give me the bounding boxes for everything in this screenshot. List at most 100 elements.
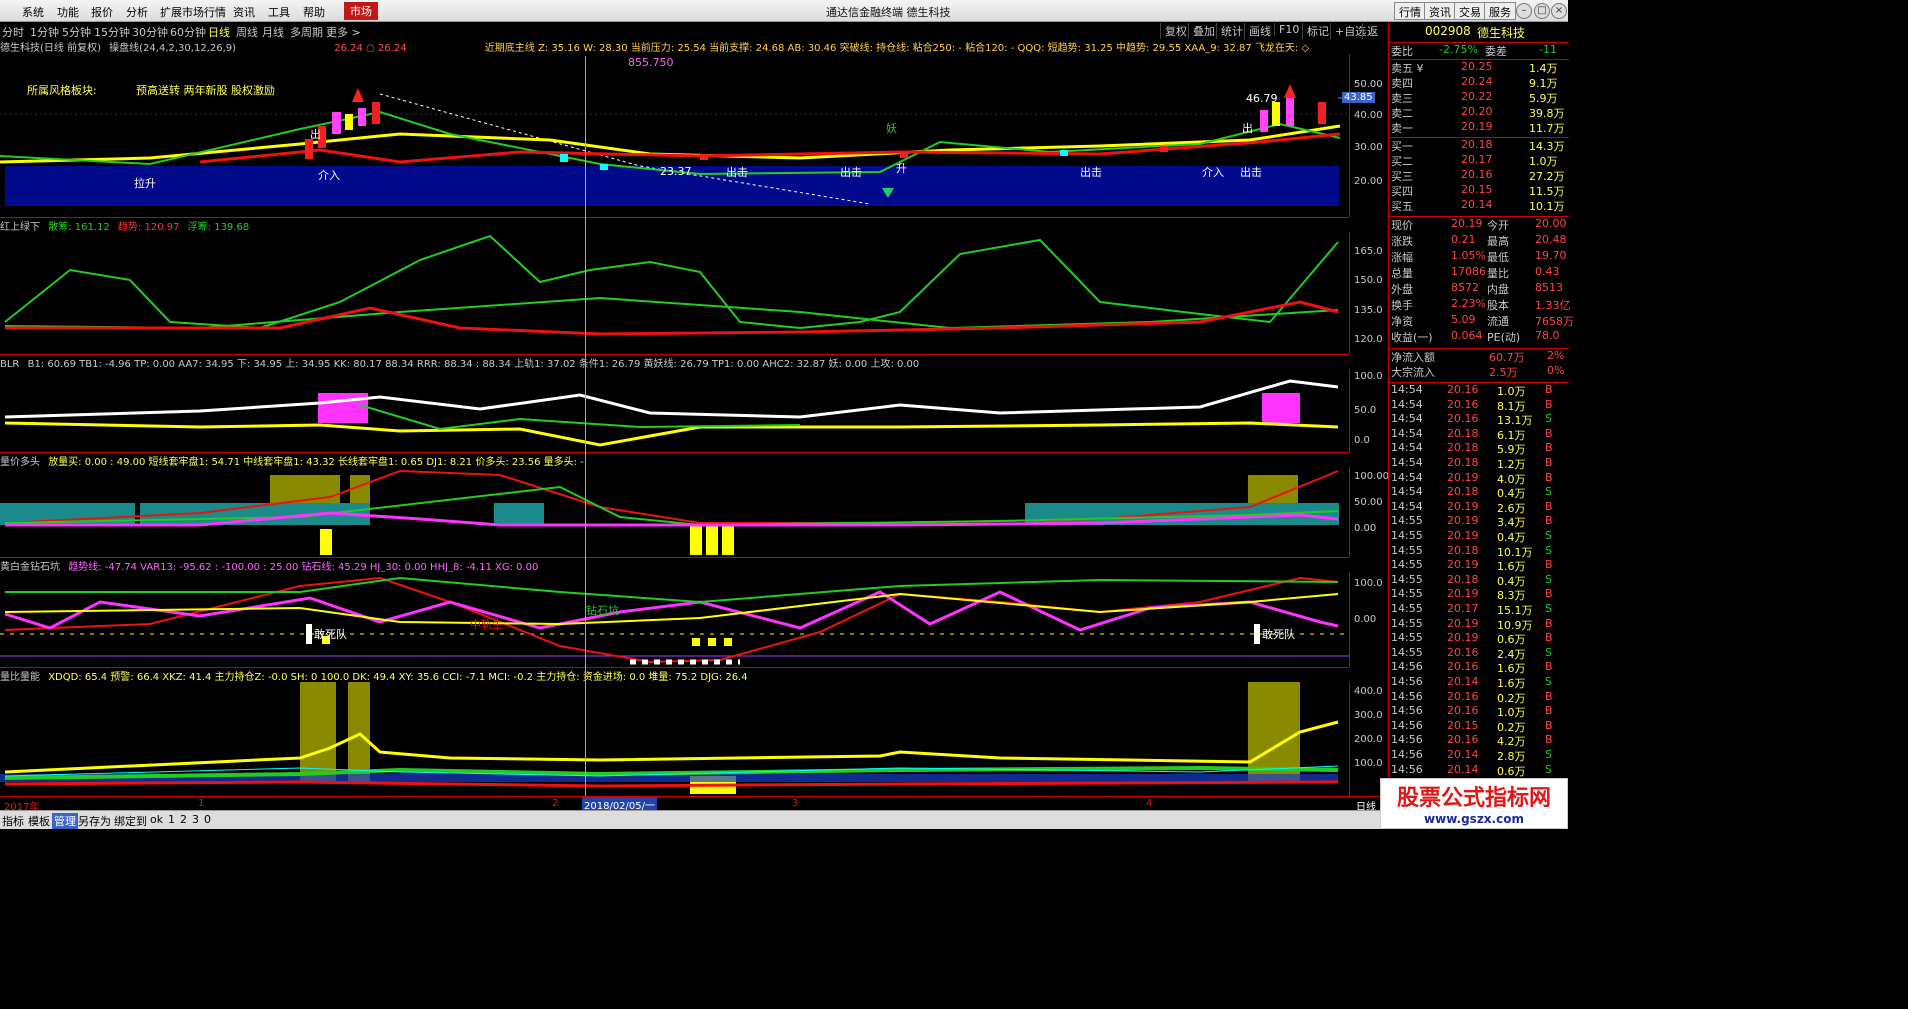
period-15min[interactable]: 15分钟 <box>94 24 130 40</box>
signal-chuji-3: 出击 <box>1080 166 1102 179</box>
tick-list[interactable]: 14:54 20.16 1.0万 B 14:54 20.16 8.1万 B 14:54 20.16… <box>1389 382 1569 810</box>
tick-row: 14:54 20.19 4.0万 B <box>1391 470 1553 486</box>
stock-code: 002908 <box>1425 24 1471 38</box>
tool-draw[interactable]: 画线 <box>1244 23 1271 39</box>
tab-0[interactable]: 0 <box>204 813 211 826</box>
tick-row: 14:55 20.19 0.4万 S <box>1391 529 1552 544</box>
tick-row: 14:55 20.19 1.6万 B <box>1391 558 1553 574</box>
period-more[interactable]: 更多 > <box>326 24 361 40</box>
period-fenshi[interactable]: 分时 <box>2 24 24 40</box>
minimize-icon[interactable]: – <box>1516 3 1532 19</box>
tick-row: 14:55 20.16 2.4万 S <box>1391 645 1552 661</box>
period-monthly[interactable]: 月线 <box>262 24 284 40</box>
pane3-name[interactable]: BLR <box>0 359 19 369</box>
ask-row[interactable]: 卖三 20.22 5.9万 <box>1389 90 1569 105</box>
tick-row: 14:56 20.16 4.2万 B <box>1391 733 1553 749</box>
flow-table: 净流入额 60.7万 2% 大宗流入 2.5万 0% <box>1389 348 1569 379</box>
top-button-trade[interactable]: 交易 <box>1454 2 1486 20</box>
pane4-chart[interactable] <box>0 467 1349 557</box>
tab-1[interactable]: 1 <box>168 813 175 826</box>
ask-row[interactable]: 卖二 20.20 39.8万 <box>1389 105 1569 120</box>
pane3-chart[interactable] <box>0 369 1349 452</box>
up-arrow-icon <box>352 88 364 102</box>
tab-bind[interactable]: 绑定到 <box>114 813 147 829</box>
pane6-name[interactable]: 量比量能 <box>0 672 40 682</box>
tool-mark[interactable]: 标记 <box>1302 23 1329 39</box>
tool-fuquan[interactable]: 复权 <box>1160 23 1187 39</box>
ask-row[interactable]: 卖五 ¥20.25 1.4万 <box>1389 60 1569 75</box>
tab-save-as[interactable]: 另存为 <box>78 813 111 829</box>
pane4-name[interactable]: 量价多头 <box>0 457 40 467</box>
signal-lashen: 拉升 <box>134 177 156 190</box>
pane2-header: 红上绿下 散筹: 161.12 趋势: 120.97 浮筹: 139.68 <box>0 217 1349 232</box>
quote-panel: 002908 德生科技 委比 -2.75% 委差 -11 卖五 ¥20.25 1.… <box>1388 22 1574 810</box>
line-sanchou <box>4 234 1339 330</box>
chart-area[interactable]: 德生科技(日线 前复权) 操盘线(24,4,2,30,12,26,9) 26.2… <box>0 39 1389 796</box>
tab-3[interactable]: 3 <box>192 813 199 826</box>
period-multi[interactable]: 多周期 <box>290 24 323 40</box>
bid-row[interactable]: 买五 20.14 10.1万 <box>1389 198 1569 213</box>
window-title: 通达信金融终端 德生科技 <box>826 6 951 19</box>
tool-f10[interactable]: F10 <box>1274 23 1299 36</box>
menu-item-news[interactable]: 资讯 <box>233 4 255 20</box>
tick-row: 14:54 20.18 6.1万 B <box>1391 426 1553 442</box>
pane5-name[interactable]: 黄白金钻石坑 <box>0 562 60 572</box>
pane6-chart[interactable] <box>0 682 1349 796</box>
pane2-yaxis: 165.0 150.0 135.0 120.0 <box>1349 232 1388 354</box>
ask-row[interactable]: 卖四 20.24 9.1万 <box>1389 75 1569 90</box>
menu-item-help[interactable]: 帮助 <box>303 4 325 20</box>
pane2-name[interactable]: 红上绿下 <box>0 222 40 232</box>
menu-item-ext-market[interactable]: 扩展市场行情 <box>160 4 226 20</box>
tick-row: 14:54 20.18 0.4万 S <box>1391 485 1552 501</box>
tab-indicator[interactable]: 指标 <box>2 813 24 829</box>
menu-item-quote[interactable]: 报价 <box>91 4 113 20</box>
bid-row[interactable]: 买三 20.16 27.2万 <box>1389 168 1569 183</box>
bid-row[interactable]: 买四 20.15 11.5万 <box>1389 183 1569 198</box>
signal-chu-2: 出 <box>1242 122 1253 135</box>
style-block-label: 所属风格板块: <box>27 84 97 97</box>
menu-item-analysis[interactable]: 分析 <box>126 4 148 20</box>
signal-zhonggui: 中轨生 <box>470 618 503 631</box>
close-icon[interactable]: × <box>1551 3 1567 19</box>
tab-ok[interactable]: ok <box>150 813 163 826</box>
period-5min[interactable]: 5分钟 <box>62 24 91 40</box>
tab-template[interactable]: 模板 <box>28 813 50 829</box>
tick-row: 14:55 20.19 0.6万 B <box>1391 631 1553 647</box>
menu-item-tools[interactable]: 工具 <box>268 4 290 20</box>
pane5-chart[interactable]: 敢死队 敢死队 钻石坑 中轨生 <box>0 572 1349 667</box>
line-white <box>4 379 1339 419</box>
tool-stats[interactable]: 统计 <box>1216 23 1243 39</box>
signal-chuji-2: 出击 <box>840 166 862 179</box>
menu-item-system[interactable]: 系统 <box>22 4 44 20</box>
top-button-news[interactable]: 资讯 <box>1424 2 1456 20</box>
pane2-chart[interactable] <box>0 232 1349 354</box>
tool-add-watchlist[interactable]: +自选 <box>1330 23 1366 39</box>
watermark: 股票公式指标网 www.gszx.com <box>1380 778 1568 829</box>
tick-row: 14:56 20.15 0.2万 B <box>1391 718 1553 734</box>
pane5-header: 黄白金钻石坑 趋势线: -47.74 VAR13: -95.62 : -100.… <box>0 557 1349 572</box>
bid-row[interactable]: 买二 20.17 1.0万 <box>1389 153 1569 168</box>
pane1-indicator[interactable]: 操盘线(24,4,2,30,12,26,9) <box>109 43 236 54</box>
period-weekly[interactable]: 周线 <box>236 24 258 40</box>
tab-manage[interactable]: 管理 <box>52 813 78 829</box>
period-1min[interactable]: 1分钟 <box>30 24 59 40</box>
top-button-service[interactable]: 服务 <box>1484 2 1516 20</box>
menu-item-function[interactable]: 功能 <box>57 4 79 20</box>
tick-row: 14:56 20.14 0.6万 S <box>1391 762 1552 778</box>
period-60min[interactable]: 60分钟 <box>170 24 206 40</box>
ask-row[interactable]: 卖一 20.19 11.7万 <box>1389 120 1569 135</box>
pane1-chart[interactable]: 所属风格板块: 预高送转 两年新股 股权激励 855.750 46.79 23.… <box>0 54 1349 217</box>
period-30min[interactable]: 30分钟 <box>132 24 168 40</box>
tab-2[interactable]: 2 <box>180 813 187 826</box>
period-daily[interactable]: 日线 <box>208 24 230 40</box>
market-tab[interactable]: 市场 <box>344 2 378 20</box>
crosshair-vertical <box>585 56 586 796</box>
top-button-quotes[interactable]: 行情 <box>1394 2 1426 20</box>
maximize-icon[interactable]: □ <box>1534 3 1550 19</box>
up-arrow-icon <box>1284 84 1296 98</box>
tool-overlay[interactable]: 叠加 <box>1188 23 1215 39</box>
bid-row[interactable]: 买一 20.18 14.3万 <box>1389 138 1569 153</box>
date-axis: 2017年 1 2 2018/02/05/一 3 4 日线 <box>0 796 1388 813</box>
signal-gansidui-2: 敢死队 <box>1262 628 1295 641</box>
signal-jieru-1: 介入 <box>318 169 340 182</box>
